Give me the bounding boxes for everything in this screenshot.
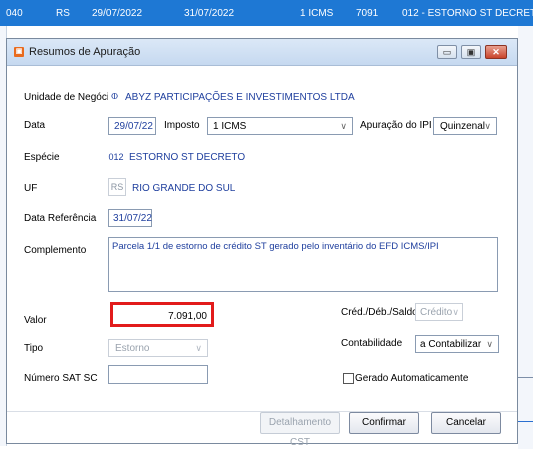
numero-sat-label: Número SAT SC <box>24 373 98 384</box>
valor-input[interactable]: 7.091,00 <box>110 302 214 327</box>
minimize-button[interactable]: ▭ <box>437 45 457 59</box>
especie-value: ESTORNO ST DECRETO <box>129 152 246 163</box>
complemento-label: Complemento <box>24 245 87 256</box>
imposto-label: Imposto <box>164 120 200 131</box>
chevron-down-icon: ∨ <box>452 307 459 317</box>
complemento-textarea[interactable]: Parcela 1/1 de estorno de crédito ST ger… <box>108 237 498 292</box>
imposto-select[interactable]: 1 ICMS ∨ <box>207 117 353 135</box>
data-referencia-value: 31/07/22 <box>113 213 152 224</box>
bg-valor: 7091 <box>356 8 379 19</box>
chevron-down-icon: ∨ <box>484 121 491 131</box>
bg-date2: 31/07/2022 <box>184 8 235 19</box>
cred-deb-saldo-label: Créd./Déb./Saldo <box>341 307 418 318</box>
close-button[interactable]: ✕ <box>485 45 507 59</box>
tipo-value: Estorno <box>115 343 150 354</box>
apuracao-ipi-value: Quinzenal <box>440 121 486 132</box>
imposto-value: 1 ICMS <box>213 121 247 132</box>
unidade-code[interactable]: ⵀ <box>108 88 122 105</box>
resumos-apuracao-dialog: ▣ Resumos de Apuração ▭ ▣ ✕ Unidade de N… <box>6 38 518 448</box>
data-referencia-label: Data Referência <box>24 213 97 224</box>
cred-deb-saldo-select[interactable]: Crédito ∨ <box>415 303 463 321</box>
data-value: 29/07/22 <box>114 121 153 132</box>
app-icon: ▣ <box>14 47 24 57</box>
tipo-select[interactable]: Estorno ∨ <box>108 339 208 357</box>
apuracao-ipi-select[interactable]: Quinzenal ∨ <box>433 117 497 135</box>
cancelar-button[interactable]: Cancelar <box>431 412 501 434</box>
contabilidade-value: a Contabilizar <box>420 339 482 350</box>
bg-especie: 012 - ESTORNO ST DECRETO <box>402 8 533 19</box>
valor-value: 7.091,00 <box>168 311 207 322</box>
data-referencia-input[interactable]: 31/07/22 <box>108 209 152 227</box>
uf-code-box[interactable]: RS <box>108 178 126 196</box>
chevron-down-icon: ∨ <box>486 339 493 349</box>
unidade-value: ABYZ PARTICIPAÇÕES E INVESTIMENTOS LTDA <box>125 92 355 103</box>
detalhamento-cst-label: Detalhamento CST <box>268 417 332 448</box>
chevron-down-icon: ∨ <box>195 343 202 353</box>
uf-code-value: RS <box>110 182 124 192</box>
bg-uf: RS <box>56 8 70 19</box>
uf-value: RIO GRANDE DO SUL <box>132 183 236 194</box>
apuracao-ipi-label: Apuração do IPI <box>360 120 432 131</box>
bg-code: 040 <box>6 8 23 19</box>
bg-imposto: 1 ICMS <box>300 8 334 19</box>
chevron-down-icon: ∨ <box>340 121 347 131</box>
numero-sat-input[interactable] <box>108 365 208 384</box>
especie-code[interactable]: 012 <box>108 149 124 167</box>
dialog-title: Resumos de Apuração <box>29 46 141 58</box>
close-icon: ✕ <box>492 47 500 57</box>
maximize-button[interactable]: ▣ <box>461 45 481 59</box>
cancelar-label: Cancelar <box>445 417 487 428</box>
background-divider <box>518 377 533 378</box>
gerado-automaticamente-checkbox[interactable] <box>343 373 354 384</box>
data-input[interactable]: 29/07/22 <box>108 117 156 135</box>
gerado-automaticamente-label: Gerado Automaticamente <box>355 373 469 384</box>
confirmar-label: Confirmar <box>362 417 406 428</box>
uf-label: UF <box>24 183 38 194</box>
complemento-value: Parcela 1/1 de estorno de crédito ST ger… <box>112 241 439 252</box>
confirmar-button[interactable]: Confirmar <box>349 412 419 434</box>
unidade-label: Unidade de Negócio <box>24 92 115 103</box>
maximize-icon: ▣ <box>466 47 476 57</box>
bg-date1: 29/07/2022 <box>92 8 143 19</box>
background-right-panel <box>518 26 533 449</box>
especie-code-value: 012 <box>108 152 124 162</box>
cred-deb-saldo-value: Crédito <box>420 307 453 318</box>
especie-label: Espécie <box>24 152 60 163</box>
tipo-label: Tipo <box>24 343 44 354</box>
contabilidade-select[interactable]: a Contabilizar ∨ <box>415 335 499 353</box>
minimize-icon: ▭ <box>442 47 452 57</box>
valor-label: Valor <box>24 315 47 326</box>
background-grid-row[interactable]: 040 RS 29/07/2022 31/07/2022 1 ICMS 7091… <box>0 0 533 26</box>
detalhamento-cst-button[interactable]: Detalhamento CST <box>260 412 340 448</box>
data-label: Data <box>24 120 46 131</box>
unidade-code-value: ⵀ <box>110 92 119 101</box>
contabilidade-label: Contabilidade <box>341 338 403 349</box>
dialog-titlebar[interactable]: ▣ Resumos de Apuração ▭ ▣ ✕ <box>7 39 517 66</box>
